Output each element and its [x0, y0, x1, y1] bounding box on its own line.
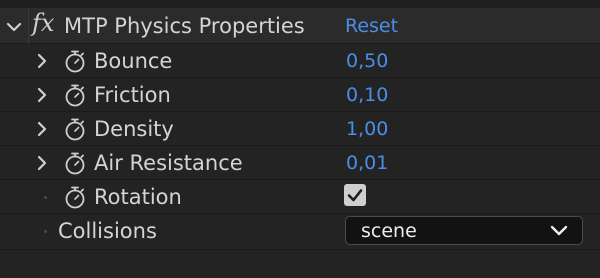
effect-header-row: fx MTP Physics Properties Reset [0, 8, 600, 44]
collisions-dropdown[interactable]: scene [345, 216, 583, 245]
stopwatch-icon[interactable] [63, 151, 87, 175]
panel-empty-area [0, 250, 600, 278]
property-label: Rotation [94, 185, 182, 209]
reset-link[interactable]: Reset [345, 8, 398, 44]
property-value[interactable]: 0,10 [346, 78, 388, 112]
dropdown-selected-value: scene [361, 220, 417, 242]
property-label: Bounce [94, 49, 173, 73]
property-value[interactable]: 0,01 [346, 146, 388, 180]
row-indent-dot [44, 196, 47, 199]
property-label: Friction [94, 83, 171, 107]
chevron-right-icon[interactable] [34, 87, 50, 103]
rotation-checkbox[interactable] [344, 184, 366, 206]
stopwatch-icon[interactable] [63, 117, 87, 141]
stopwatch-icon[interactable] [63, 49, 87, 73]
row-indent-dot [44, 230, 47, 233]
stopwatch-icon[interactable] [63, 185, 87, 209]
effect-name: MTP Physics Properties [64, 14, 305, 38]
property-value[interactable]: 1,00 [346, 112, 388, 146]
chevron-right-icon[interactable] [34, 53, 50, 69]
chevron-right-icon[interactable] [34, 121, 50, 137]
property-row-bounce: Bounce 0,50 [0, 44, 600, 78]
property-label: Collisions [58, 219, 157, 243]
fx-toggle[interactable]: fx [28, 8, 55, 44]
chevron-down-icon [550, 225, 568, 236]
chevron-down-icon[interactable] [6, 19, 22, 35]
property-row-density: Density 1,00 [0, 112, 600, 146]
property-value[interactable]: 0,50 [346, 44, 388, 78]
property-row-friction: Friction 0,10 [0, 78, 600, 112]
panel-top-edge [0, 0, 600, 8]
chevron-right-icon[interactable] [34, 155, 50, 171]
property-row-air-resistance: Air Resistance 0,01 [0, 146, 600, 180]
fx-icon: fx [32, 9, 55, 37]
property-row-rotation: Rotation [0, 180, 600, 214]
stopwatch-icon[interactable] [63, 83, 87, 107]
property-label: Density [94, 117, 174, 141]
property-label: Air Resistance [94, 151, 243, 175]
property-row-collisions: Collisions scene [0, 214, 600, 250]
checkmark-icon [347, 189, 363, 202]
